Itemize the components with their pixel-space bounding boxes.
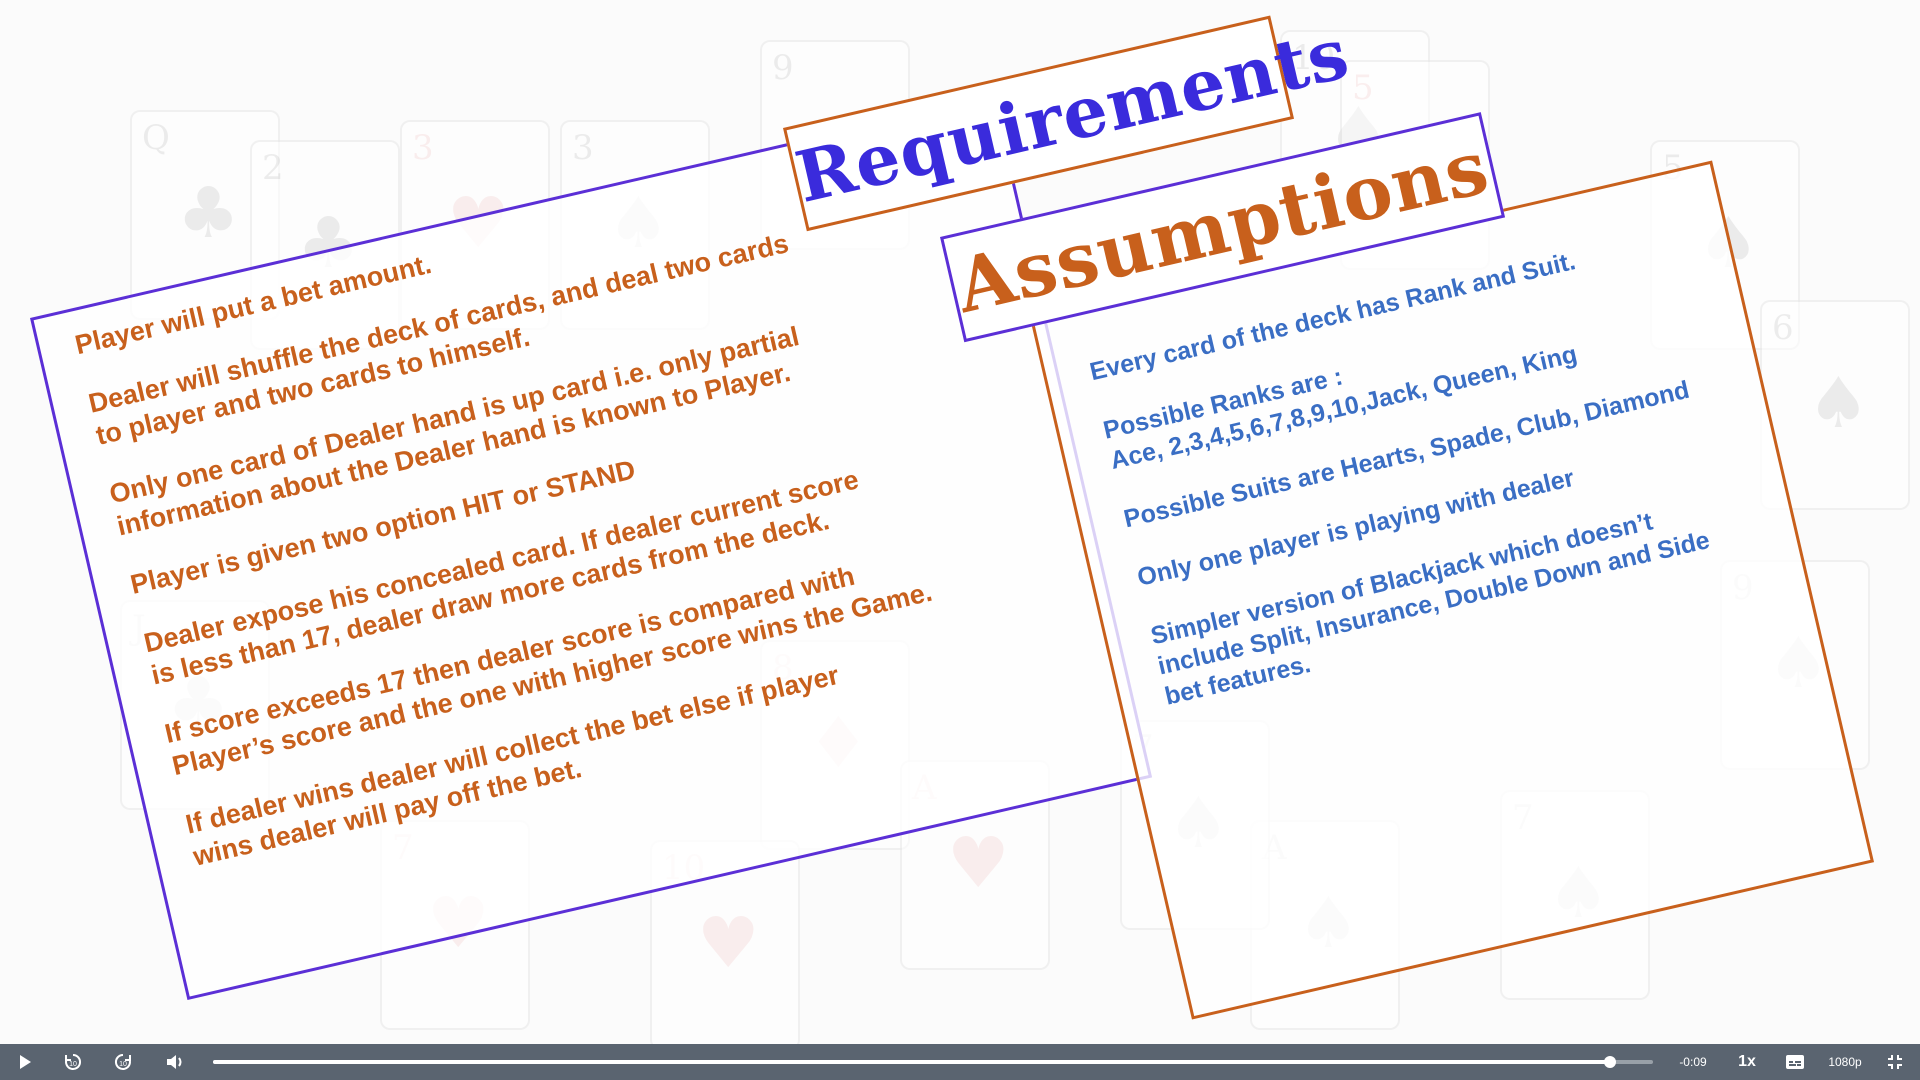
- volume-button[interactable]: [160, 1044, 190, 1080]
- video-frame[interactable]: Q♣ 2♣ 3♥ 3♠ 9♣ 10♠ 5♥ 5♠ 6♠ 9♠ J♣ 8♦ A♥ …: [0, 0, 1920, 1044]
- captions-icon: [1786, 1055, 1804, 1069]
- playback-speed-button[interactable]: 1x: [1730, 1044, 1764, 1080]
- play-icon: [20, 1055, 31, 1069]
- svg-text:10: 10: [119, 1061, 127, 1068]
- time-remaining: -0:09: [1679, 1055, 1707, 1069]
- exit-fullscreen-button[interactable]: [1880, 1044, 1910, 1080]
- forward-10-icon: 10: [114, 1053, 131, 1070]
- forward-10-button[interactable]: 10: [108, 1044, 138, 1080]
- progress-bar[interactable]: [213, 1056, 1653, 1068]
- progress-scrubber[interactable]: [1603, 1056, 1616, 1068]
- video-controls-bar: 10 10 -0:09 1x 1080p: [0, 1044, 1920, 1080]
- rewind-10-icon: 10: [65, 1053, 82, 1070]
- captions-button[interactable]: [1780, 1044, 1810, 1080]
- exit-fullscreen-icon: [1888, 1055, 1902, 1069]
- progress-fill: [213, 1060, 1610, 1064]
- quality-button[interactable]: 1080p: [1822, 1044, 1868, 1080]
- rewind-10-button[interactable]: 10: [58, 1044, 88, 1080]
- volume-icon: [167, 1055, 182, 1069]
- svg-text:10: 10: [69, 1061, 77, 1068]
- play-button[interactable]: [10, 1044, 40, 1080]
